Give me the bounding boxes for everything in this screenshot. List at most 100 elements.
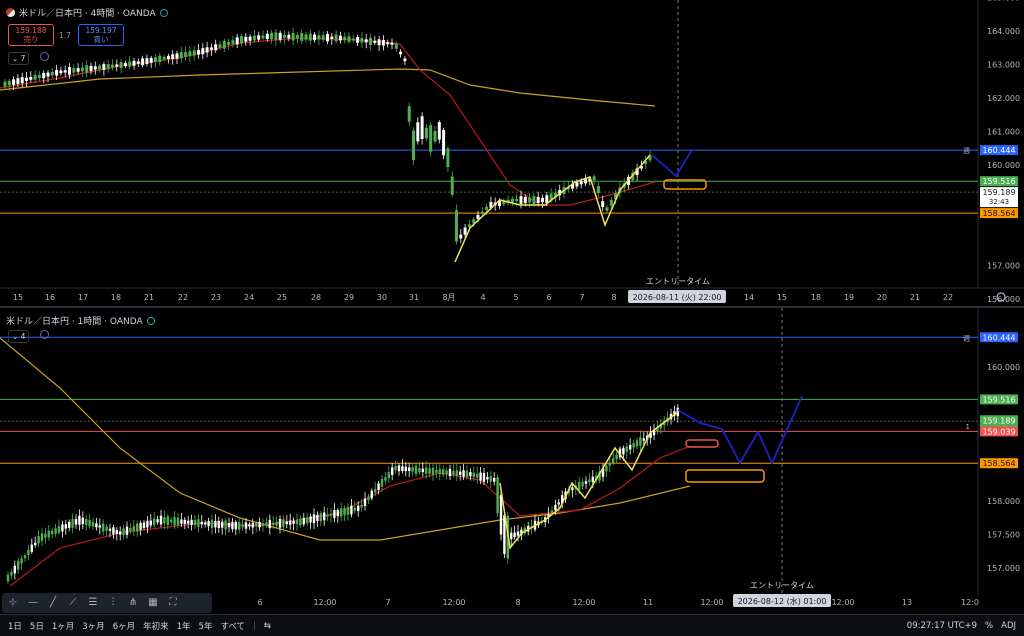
buy-button[interactable]: 159.197 買い [78,24,124,46]
candle-body [136,61,140,64]
candle-body [489,476,492,482]
percent-toggle[interactable]: % [985,621,993,631]
candle-body [609,199,613,206]
candle-body [424,127,428,139]
candle-body [513,532,516,538]
candle-body [105,526,108,531]
candle-body [455,210,458,242]
adj-toggle[interactable]: ADJ [1001,621,1016,631]
visibility-icon[interactable] [146,316,155,325]
fib-icon[interactable]: ☰ [86,596,100,610]
candle-body [16,78,20,85]
candle-body [285,521,288,525]
candle-body [30,544,33,552]
grid-icon[interactable]: ▦ [146,596,160,610]
candle-body [129,528,132,532]
goto-date-icon[interactable]: ⇆ [264,621,271,631]
candle-body [209,47,213,50]
candle-body [42,72,46,79]
frame-icon[interactable]: ⛶ [166,596,180,610]
candle-body [163,517,166,524]
indicator-dot-icon[interactable] [40,330,49,339]
candle-body [541,197,544,203]
ray-icon[interactable]: ⟋ [66,596,80,610]
candle-body [499,495,503,535]
candle-body [364,39,368,43]
green-price-tag: 159.516 [982,395,1015,404]
candle-body [407,106,411,122]
x-tick-label: 8月 [442,293,455,302]
candle-body [128,61,132,67]
candle-body [480,211,484,214]
chart-pane-1h[interactable]: 160.000 158.000 157.500 157.000 6 12:00 7 12:00… [0,308,1024,614]
buy-label: 買い [93,35,109,44]
candle-body [192,50,196,56]
candle-body [179,52,183,59]
range-1y[interactable]: 1年 [177,620,191,632]
candle-body [50,71,54,76]
candle-body [80,67,84,72]
chart-canvas-1h[interactable]: 160.000 158.000 157.500 157.000 6 12:00 7 12:00… [0,308,1024,614]
range-1m[interactable]: 1ヶ月 [52,620,74,632]
range-all[interactable]: すべて [220,620,245,632]
range-1d[interactable]: 1日 [8,620,22,632]
red-entry-box [685,439,719,448]
candle-body [428,468,431,474]
candle-body [476,214,480,220]
horizontal-line-icon[interactable]: — [26,596,40,610]
x-tick-label: 25 [277,293,287,302]
candle-body [429,125,433,152]
x-tick-label: 12:00 [572,598,595,607]
visibility-icon[interactable] [159,8,168,17]
candle-body [575,182,579,187]
indicators-toggle[interactable]: ⌄ 7 [8,52,30,65]
y-tick-label: 158.000 [987,497,1020,506]
indicators-toggle[interactable]: ⌄ 4 [8,330,30,343]
candle-body [257,35,261,40]
candle-body [421,468,424,473]
clock[interactable]: 09:27:17 UTC+9 [907,621,977,631]
forecast-line [677,395,803,466]
candle-body [403,58,407,62]
candle-body [47,530,50,538]
candle-body [291,32,295,41]
y-tick-label: 160.000 [987,363,1020,372]
sell-button[interactable]: 159.188 売り [8,24,54,46]
candle-body [605,207,609,211]
candle-body [340,508,343,517]
x-tick-label: 13 [902,598,912,607]
crosshair-icon[interactable]: ⊹ [6,596,20,610]
range-5d[interactable]: 5日 [30,620,44,632]
x-tick-label: 12:0 [961,598,979,607]
candle-body [261,523,265,526]
candle-body [357,505,360,512]
candle-body [255,523,258,527]
chart-pane-4h[interactable]: 165.000 164.000 163.000 162.000 161.000 160.0… [0,0,1024,306]
candle-body [316,514,319,522]
candle-body [183,519,186,524]
candle-body [299,518,302,526]
trend-line-icon[interactable]: ╱ [46,596,60,610]
pitchfork-icon[interactable]: ⋔ [126,596,140,610]
candle-body [416,122,420,142]
chart-canvas-4h[interactable]: 165.000 164.000 163.000 162.000 161.000 160.0… [0,0,1024,306]
range-6m[interactable]: 6ヶ月 [113,620,135,632]
candle-body [459,471,462,475]
range-3m[interactable]: 3ヶ月 [82,620,104,632]
candle-body [81,517,84,525]
candle-body [23,555,27,559]
candle-body [333,509,336,518]
candle-body [13,565,16,574]
range-ytd[interactable]: 年初来 [143,620,169,632]
current-price-tag: 159.189 [982,416,1015,425]
indicator-dot-icon[interactable] [40,52,49,61]
candle-body [414,465,418,474]
channel-icon[interactable]: ⫶ [106,596,120,610]
candle-body [363,498,367,506]
range-5y[interactable]: 5年 [199,620,213,632]
x-tick-label: 6 [257,598,262,607]
candle-body [329,513,333,516]
candle-body [258,522,261,528]
candle-body [106,64,110,69]
buy-price: 159.197 [85,26,117,35]
